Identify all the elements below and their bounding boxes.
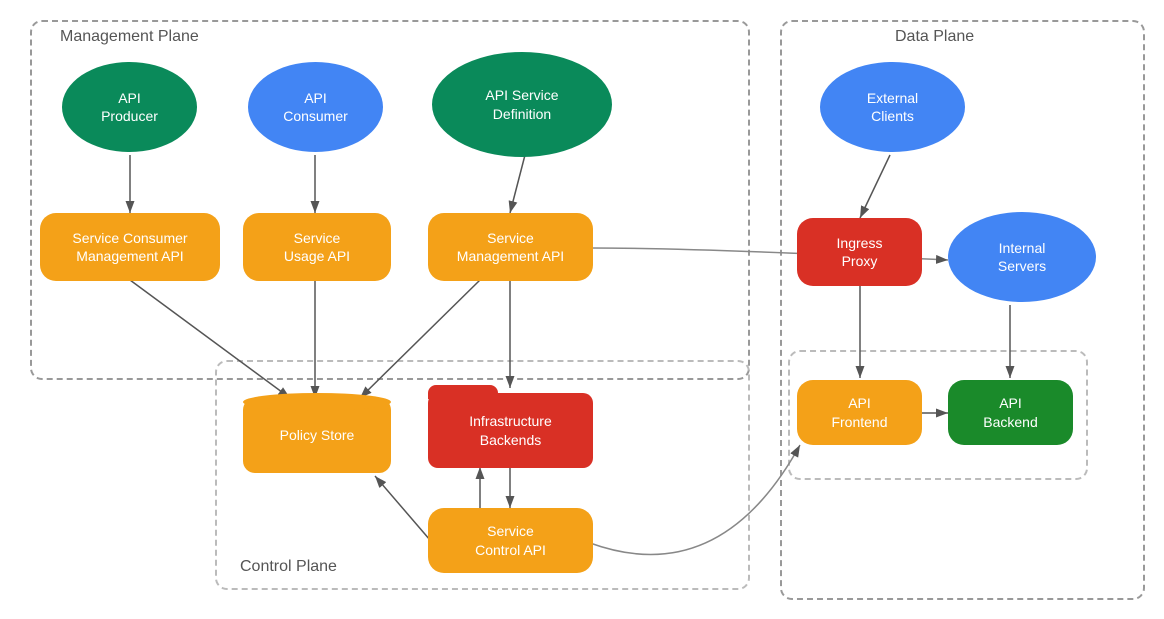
api-consumer-node: APIConsumer <box>248 62 383 152</box>
service-mgmt-api-node: ServiceManagement API <box>428 213 593 281</box>
service-consumer-mgmt-label: Service ConsumerManagement API <box>72 229 187 265</box>
external-clients-label: ExternalClients <box>867 89 918 125</box>
api-service-def-label: API ServiceDefinition <box>485 86 558 122</box>
management-plane-label: Management Plane <box>60 28 199 46</box>
service-usage-api-label: ServiceUsage API <box>284 229 350 265</box>
data-plane-label: Data Plane <box>895 28 974 46</box>
policy-store-label: Policy Store <box>280 426 355 444</box>
api-backend-label: APIBackend <box>983 394 1037 430</box>
external-clients-node: ExternalClients <box>820 62 965 152</box>
service-mgmt-api-label: ServiceManagement API <box>457 229 564 265</box>
service-usage-api-node: ServiceUsage API <box>243 213 391 281</box>
api-backend-node: APIBackend <box>948 380 1073 445</box>
internal-servers-label: InternalServers <box>998 239 1046 275</box>
service-control-api-label: ServiceControl API <box>475 522 546 558</box>
ingress-proxy-node: IngressProxy <box>797 218 922 286</box>
service-consumer-mgmt-node: Service ConsumerManagement API <box>40 213 220 281</box>
control-plane-label: Control Plane <box>240 558 337 576</box>
api-producer-node: APIProducer <box>62 62 197 152</box>
service-control-api-node: ServiceControl API <box>428 508 593 573</box>
infra-backends-label: InfrastructureBackends <box>469 412 551 448</box>
api-frontend-label: APIFrontend <box>831 394 887 430</box>
internal-servers-node: InternalServers <box>948 212 1096 302</box>
api-consumer-label: APIConsumer <box>283 89 348 125</box>
diagram-container: Management Plane Data Plane Control Plan… <box>0 0 1164 619</box>
api-producer-label: APIProducer <box>101 89 158 125</box>
infra-backends-node: InfrastructureBackends <box>428 393 593 468</box>
api-frontend-node: APIFrontend <box>797 380 922 445</box>
ingress-proxy-label: IngressProxy <box>837 234 883 270</box>
api-service-def-node: API ServiceDefinition <box>432 52 612 157</box>
